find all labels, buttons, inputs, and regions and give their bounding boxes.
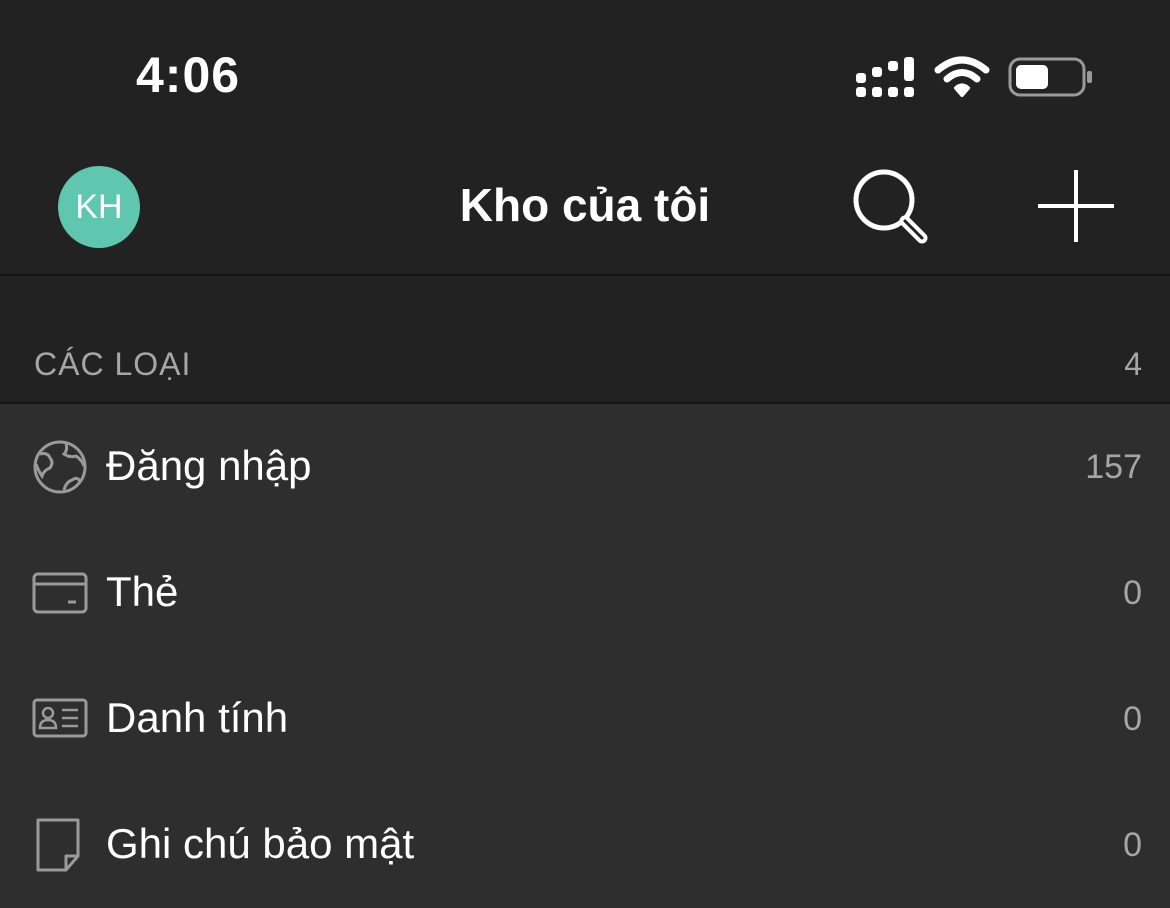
list-item-logins[interactable]: Đăng nhập 157 [0, 404, 1170, 530]
list-item-label: Đăng nhập [106, 442, 312, 489]
list-item-label: Danh tính [106, 694, 289, 741]
list-item-identities[interactable]: Danh tính 0 [0, 656, 1170, 782]
section-title: CÁC LOẠI [34, 346, 192, 382]
search-button[interactable] [850, 168, 934, 248]
list-item-count: 0 [1123, 700, 1142, 738]
wifi-icon [934, 56, 990, 97]
list-item-secure-notes[interactable]: Ghi chú bảo mật 0 [0, 782, 1170, 908]
add-item-button[interactable] [1034, 168, 1118, 248]
category-list: Đăng nhập 157 Thẻ 0 Danh tính 0 Ghi chú … [0, 404, 1170, 897]
globe-icon [33, 440, 87, 494]
list-item-count: 0 [1123, 826, 1142, 864]
list-item-label: Thẻ [106, 568, 179, 615]
card-icon [32, 572, 88, 614]
search-icon [853, 169, 928, 244]
cellular-signal-icon [856, 57, 914, 97]
navigation-bar: KH Kho của tôi [0, 140, 1170, 276]
id-card-icon [32, 698, 88, 738]
note-icon [36, 818, 80, 872]
list-item-label: Ghi chú bảo mật [106, 820, 415, 867]
list-item-count: 157 [1085, 448, 1142, 486]
page-title: Kho của tôi [459, 179, 711, 231]
section-count: 4 [1124, 346, 1142, 382]
section-header: CÁC LOẠI 4 [0, 276, 1170, 404]
plus-icon [1038, 170, 1114, 242]
status-time: 4:06 [136, 47, 241, 103]
list-item-count: 0 [1123, 574, 1142, 612]
battery-icon [1008, 57, 1092, 97]
status-bar: 4:06 [0, 0, 1170, 140]
list-item-cards[interactable]: Thẻ 0 [0, 530, 1170, 656]
